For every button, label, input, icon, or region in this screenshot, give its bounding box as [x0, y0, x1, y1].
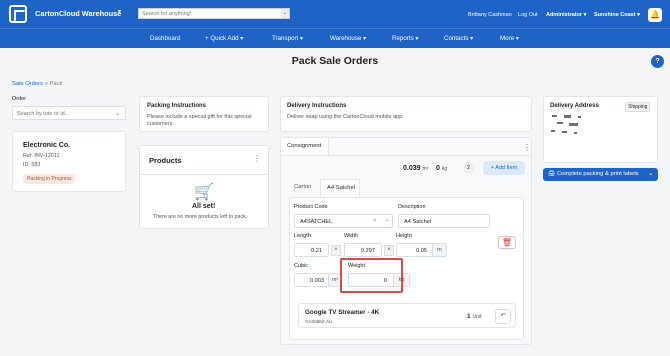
order-search-placeholder: Search by tote or id...: [17, 111, 70, 117]
app-brand[interactable]: CartonCloud Warehouse: [35, 9, 121, 18]
description-input[interactable]: A4 Satchel: [398, 214, 490, 228]
redacted-address-pixel: [551, 130, 555, 132]
order-search-input[interactable]: Search by tote or id... ⌄: [12, 106, 126, 120]
width-label: Width: [344, 233, 359, 239]
packed-item-qty: 1 Unit: [467, 313, 482, 320]
multiply-icon: ×: [384, 245, 394, 256]
order-card[interactable]: Electronic Co. Ref: INV-12011 ID: 583 Pa…: [12, 131, 126, 192]
logout-link[interactable]: Log Out: [518, 12, 538, 18]
global-search[interactable]: Search for anything! ⌄: [138, 8, 290, 19]
top-bar: CartonCloud Warehouse ▾ Search for anyth…: [0, 0, 670, 28]
description-label: Description: [398, 204, 426, 210]
breadcrumb-pack: Pack: [49, 81, 63, 87]
redacted-address-pixel: [557, 122, 563, 124]
multiply-icon: ×: [331, 245, 341, 256]
item-count-badge: 2: [463, 163, 474, 174]
breadcrumb: Sale Orders > Pack: [12, 81, 62, 87]
add-item-button[interactable]: + Add Item: [483, 161, 525, 175]
cartoncloud-logo-icon: [9, 5, 27, 23]
nav-more[interactable]: More ▾: [500, 35, 519, 42]
redacted-address-pixel: [552, 115, 557, 117]
packed-item-name: Google TV Streamer - 4K: [305, 309, 380, 316]
clear-icon[interactable]: ×: [373, 218, 376, 224]
height-label: Height: [396, 233, 412, 239]
redacted-address-pixel: [562, 131, 567, 133]
consignment-menu-icon[interactable]: ⋮: [523, 144, 531, 152]
undo-icon[interactable]: ↶: [495, 309, 511, 324]
delivery-instructions-title: Delivery Instructions: [287, 103, 347, 109]
brand-menu-chevron-icon[interactable]: ▾: [118, 8, 121, 15]
location-menu[interactable]: Sunshine Coast ▾: [594, 12, 640, 18]
nav-dashboard[interactable]: Dashboard: [150, 35, 180, 42]
height-input[interactable]: 0.05 m: [396, 243, 447, 257]
nav-warehouse[interactable]: Warehouse ▾: [330, 35, 366, 42]
nav-transport[interactable]: Transport ▾: [272, 35, 303, 42]
cubic-input[interactable]: 0.003 m³: [294, 273, 342, 287]
trash-icon[interactable]: 🗑: [498, 236, 516, 249]
length-label: Length: [294, 233, 311, 239]
products-divider: [140, 174, 268, 175]
products-title: Products: [149, 156, 182, 165]
weight-highlight-box: [340, 258, 403, 293]
packing-instructions-card: Packing Instructions Please include a sp…: [139, 96, 269, 132]
consignment-divider: [281, 155, 531, 156]
help-icon[interactable]: ?: [651, 55, 664, 68]
breadcrumb-sale-orders[interactable]: Sale Orders: [12, 81, 43, 87]
main-nav: Dashboard + Quick Add ▾ Transport ▾ Ware…: [0, 28, 670, 48]
redacted-address-pixel: [578, 116, 581, 118]
order-ref: Ref: INV-12011: [23, 153, 60, 159]
nav-contacts[interactable]: Contacts ▾: [444, 35, 473, 42]
order-id: ID: 583: [23, 162, 41, 168]
packing-instructions-text: Please include a special gift for this s…: [147, 114, 252, 127]
order-label: Order: [12, 96, 27, 102]
customer-name: Electronic Co.: [23, 142, 71, 149]
products-card: Products ⋮ 🛒 All set! There are no more …: [139, 145, 269, 229]
nav-quick-add[interactable]: + Quick Add ▾: [205, 35, 243, 42]
packed-item-code: GA05882-AU: [305, 319, 333, 324]
width-input[interactable]: 0.297: [344, 243, 382, 257]
delivery-address-title: Delivery Address: [550, 103, 599, 109]
printer-icon: 🖨: [548, 171, 556, 177]
product-code-label: Product Code: [294, 204, 328, 210]
tab-a4-satchel[interactable]: A4 Satchel: [320, 179, 360, 197]
consignment-weight-total: 0 kg: [436, 165, 448, 172]
search-dropdown-icon[interactable]: ⌄: [281, 9, 289, 18]
consignment-cubic-total: 0.039 m³: [403, 165, 429, 172]
cubic-label: Cubic: [294, 263, 309, 269]
role-menu[interactable]: Administrator ▾: [546, 12, 586, 18]
products-menu-icon[interactable]: ⋮: [253, 155, 261, 163]
all-set-title: All set!: [192, 203, 216, 210]
delivery-instructions-text: Deliver asap using the CartonCloud mobil…: [287, 114, 404, 120]
redacted-address-pixel: [574, 132, 577, 134]
cart-icon: 🛒: [194, 184, 214, 201]
status-badge: Packing in Progress: [23, 174, 76, 184]
user-name[interactable]: Brittany Cashman: [468, 12, 512, 18]
delivery-instructions-card: Delivery Instructions Deliver asap using…: [280, 96, 532, 132]
chevron-down-icon[interactable]: ⌄: [648, 171, 653, 177]
chevron-down-icon[interactable]: ⌄: [115, 110, 120, 117]
product-code-select[interactable]: A4SATCHEL × ⌄: [294, 214, 393, 228]
tab-consignment[interactable]: Consignment: [287, 143, 321, 149]
packing-instructions-title: Packing Instructions: [147, 103, 207, 109]
redacted-address-pixel: [569, 123, 578, 126]
global-search-input[interactable]: Search for anything!: [142, 11, 191, 17]
bell-icon[interactable]: 🔔: [648, 8, 662, 22]
chevron-down-icon[interactable]: ⌄: [385, 217, 390, 223]
all-set-text: There are no more products left to pack.: [153, 214, 248, 220]
length-input[interactable]: 0.21: [294, 243, 329, 257]
page-title: Pack Sale Orders: [291, 55, 379, 67]
shipping-tag: Shipping: [625, 102, 651, 112]
packed-item-row: Google TV Streamer - 4K GA05882-AU 1 Uni…: [298, 303, 516, 328]
consignment-card: Consignment ⋮ 0.039 m³ 0 kg 2 + Add Item…: [280, 137, 532, 345]
complete-packing-button[interactable]: 🖨 Complete packing & print labels ⌄: [543, 168, 658, 181]
package-panel: Product Code A4SATCHEL × ⌄ Description A…: [289, 197, 524, 340]
redacted-address-pixel: [564, 115, 571, 118]
nav-reports[interactable]: Reports ▾: [392, 35, 419, 42]
